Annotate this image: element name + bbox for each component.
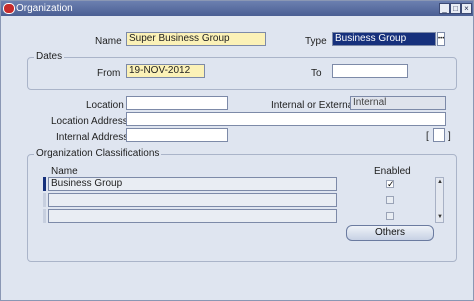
flexfield-open-bracket: [ [426,131,429,142]
classification-name-field[interactable] [48,209,337,223]
flexfield-button[interactable] [433,128,445,142]
location-address-label: Location Address [51,116,128,127]
to-date-field[interactable] [332,64,408,78]
name-field[interactable]: Super Business Group [126,32,266,46]
enabled-checkbox[interactable] [386,196,394,204]
window-title: Organization [16,3,73,14]
internal-address-label: Internal Address [56,132,129,143]
internal-address-field[interactable] [126,128,228,142]
oracle-app-icon [3,3,15,14]
classification-name-field[interactable] [48,193,337,207]
row-indicator-current[interactable] [43,177,46,191]
enabled-checkbox[interactable]: ✓ [386,180,395,189]
location-field[interactable] [126,96,228,110]
internal-external-label: Internal or External [271,100,356,111]
flexfield-close-bracket: ] [448,131,451,142]
row-indicator[interactable] [43,209,46,223]
column-header-enabled: Enabled [374,166,411,177]
name-label: Name [95,36,122,47]
from-date-field[interactable]: 19-NOV-2012 [126,64,205,78]
scroll-down-arrow-icon[interactable]: ▼ [437,214,443,220]
organization-window: Organization _ □ × Name Super Business G… [0,0,474,301]
title-bar: Organization _ □ × [1,1,473,16]
type-lov-button[interactable]: ••• [437,32,445,46]
minimize-button[interactable]: _ [439,3,450,14]
to-label: To [311,68,322,79]
type-label: Type [305,36,327,47]
classification-name-field[interactable]: Business Group [48,177,337,191]
classifications-group-title: Organization Classifications [34,148,162,159]
row-indicator[interactable] [43,193,46,207]
type-field[interactable]: Business Group [332,32,436,46]
location-address-field[interactable] [126,112,446,126]
classifications-scrollbar[interactable]: ▲ ▼ [435,177,444,223]
from-label: From [97,68,121,79]
dates-group-title: Dates [34,51,65,62]
location-label: Location [86,100,124,111]
enabled-checkbox[interactable] [386,212,394,220]
scroll-up-arrow-icon[interactable]: ▲ [437,179,443,185]
internal-external-field[interactable]: Internal [350,96,446,110]
column-header-name: Name [51,166,78,177]
close-button[interactable]: × [461,3,472,14]
maximize-button[interactable]: □ [450,3,461,14]
others-button[interactable]: Others [346,225,434,241]
